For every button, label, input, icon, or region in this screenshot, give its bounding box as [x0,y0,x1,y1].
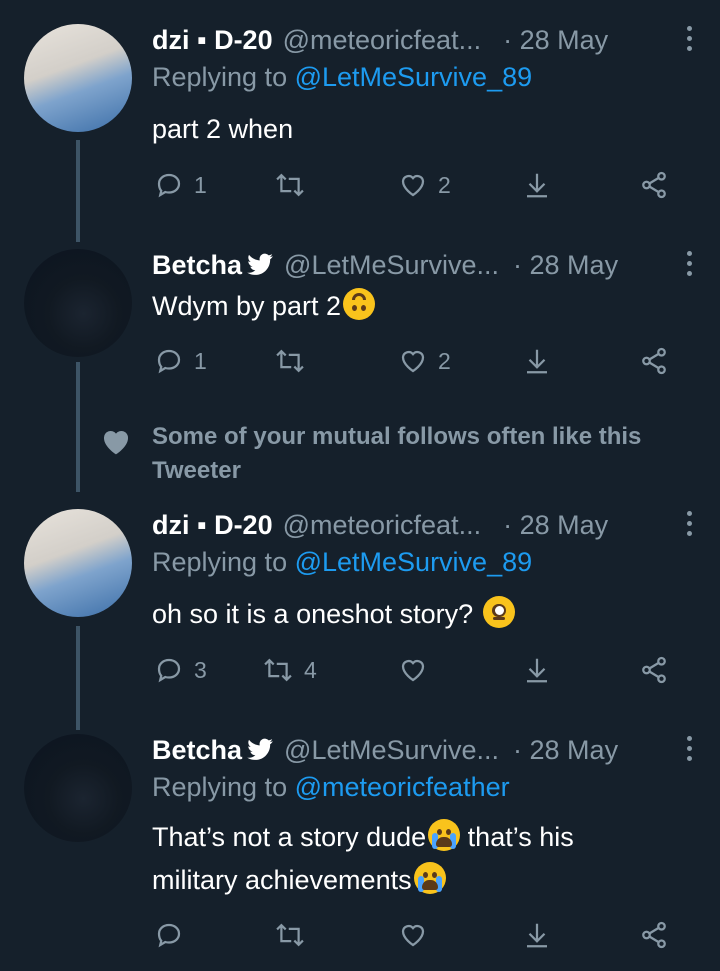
download-icon [527,923,547,948]
tweet-text: part 2 when [152,114,294,144]
like-button[interactable] [398,650,438,690]
tweet-thread: dzi ▪ D-20 @meteoricfeat... · 28 May Rep… [0,0,720,971]
loudly-crying-face-icon [413,862,446,894]
like-count: 2 [438,171,451,198]
share-button[interactable] [638,915,670,955]
reply-button[interactable]: 1 [154,165,207,205]
display-name[interactable]: Betcha [152,250,242,281]
eye-roll-face-icon [482,596,515,628]
retweet-button[interactable] [274,341,316,381]
handle[interactable]: @LetMeSurvive... [284,250,499,281]
tweet-header: Betcha @LetMeSurvive... · 28 May [152,730,692,770]
handle[interactable]: @meteoricfeat... [283,510,481,541]
tweet[interactable]: dzi ▪ D-20 @meteoricfeat... · 28 May Rep… [0,20,720,220]
timestamp[interactable]: · 28 May [513,250,618,281]
timestamp[interactable]: · 28 May [503,510,608,541]
tweet-header: dzi ▪ D-20 @meteoricfeat... · 28 May [152,505,692,545]
tweet-actions: 1 2 [152,165,692,205]
timestamp[interactable]: · 28 May [503,25,608,56]
like-button[interactable] [398,915,438,955]
tweet[interactable]: Betcha @LetMeSurvive... · 28 May Wdym by… [0,245,720,395]
more-options-icon[interactable] [687,736,692,761]
download-icon [527,173,547,198]
like-icon [401,924,425,947]
display-name[interactable]: dzi ▪ D-20 [152,510,273,541]
share-button[interactable] [638,341,670,381]
bookmark-button[interactable] [522,915,552,955]
handle[interactable]: @meteoricfeat... [283,25,481,56]
heart-icon [103,430,129,455]
share-icon [642,171,666,199]
mention-link[interactable]: @LetMeSurvive_89 [295,547,533,577]
bird-icon [246,253,274,277]
tweet-text: That’s not a story dude that’s his milit… [152,816,690,902]
tweet[interactable]: dzi ▪ D-20 @meteoricfeat... · 28 May Rep… [0,505,720,695]
replying-to: Replying to @LetMeSurvive_89 [152,547,533,577]
reply-icon [157,173,181,198]
bookmark-button[interactable] [522,650,552,690]
reply-count: 1 [194,347,207,374]
tweet-actions: 3 4 [152,650,692,690]
replying-to: Replying to @meteoricfeather [152,772,510,802]
more-options-icon[interactable] [687,26,692,51]
reply-icon [157,349,181,374]
avatar[interactable] [24,24,132,132]
like-button[interactable]: 2 [398,341,451,381]
tweet[interactable]: Betcha @LetMeSurvive... · 28 May Replyin… [0,730,720,971]
tweet-text: Wdym by part 2 [152,285,690,328]
share-icon [642,656,666,684]
tweet-header: dzi ▪ D-20 @meteoricfeat... · 28 May [152,20,692,60]
reply-button[interactable] [154,915,194,955]
share-icon [642,921,666,949]
reply-button[interactable]: 1 [154,341,207,381]
like-icon [401,659,425,682]
like-button[interactable]: 2 [398,165,451,205]
reply-icon [157,923,181,948]
bookmark-button[interactable] [522,341,552,381]
retweet-icon [264,658,292,682]
download-icon [527,349,547,374]
tweet-actions: 1 2 [152,341,692,381]
like-icon [401,174,425,197]
like-icon [401,350,425,373]
reply-icon [157,658,181,683]
retweet-count: 4 [304,656,317,683]
share-icon [642,347,666,375]
bookmark-button[interactable] [522,165,552,205]
retweet-icon [276,173,304,197]
mention-link[interactable]: @meteoricfeather [295,772,510,802]
replying-to: Replying to @LetMeSurvive_89 [152,62,533,92]
more-options-icon[interactable] [687,251,692,276]
mention-link[interactable]: @LetMeSurvive_89 [295,62,533,92]
reply-button[interactable]: 3 [154,650,207,690]
reply-count: 3 [194,656,207,683]
retweet-button[interactable] [274,165,316,205]
avatar[interactable] [24,509,132,617]
more-options-icon[interactable] [687,511,692,536]
download-icon [527,658,547,683]
tweet-text: oh so it is a oneshot story? [152,593,690,636]
display-name[interactable]: Betcha [152,735,242,766]
upside-down-face-icon [343,288,376,320]
avatar[interactable] [24,249,132,357]
handle[interactable]: @LetMeSurvive... [284,735,499,766]
retweet-button[interactable] [274,915,316,955]
share-button[interactable] [638,165,670,205]
reply-count: 1 [194,171,207,198]
timestamp[interactable]: · 28 May [513,735,618,766]
avatar[interactable] [24,734,132,842]
tweet-header: Betcha @LetMeSurvive... · 28 May [152,245,692,285]
share-button[interactable] [638,650,670,690]
retweet-icon [276,923,304,947]
loudly-crying-face-icon [428,819,461,851]
retweet-button[interactable]: 4 [262,650,317,690]
tweet-actions [152,915,692,955]
bird-icon [246,738,274,762]
retweet-icon [276,349,304,373]
like-count: 2 [438,347,451,374]
display-name[interactable]: dzi ▪ D-20 [152,25,273,56]
social-context-text: Some of your mutual follows often like t… [152,423,642,484]
